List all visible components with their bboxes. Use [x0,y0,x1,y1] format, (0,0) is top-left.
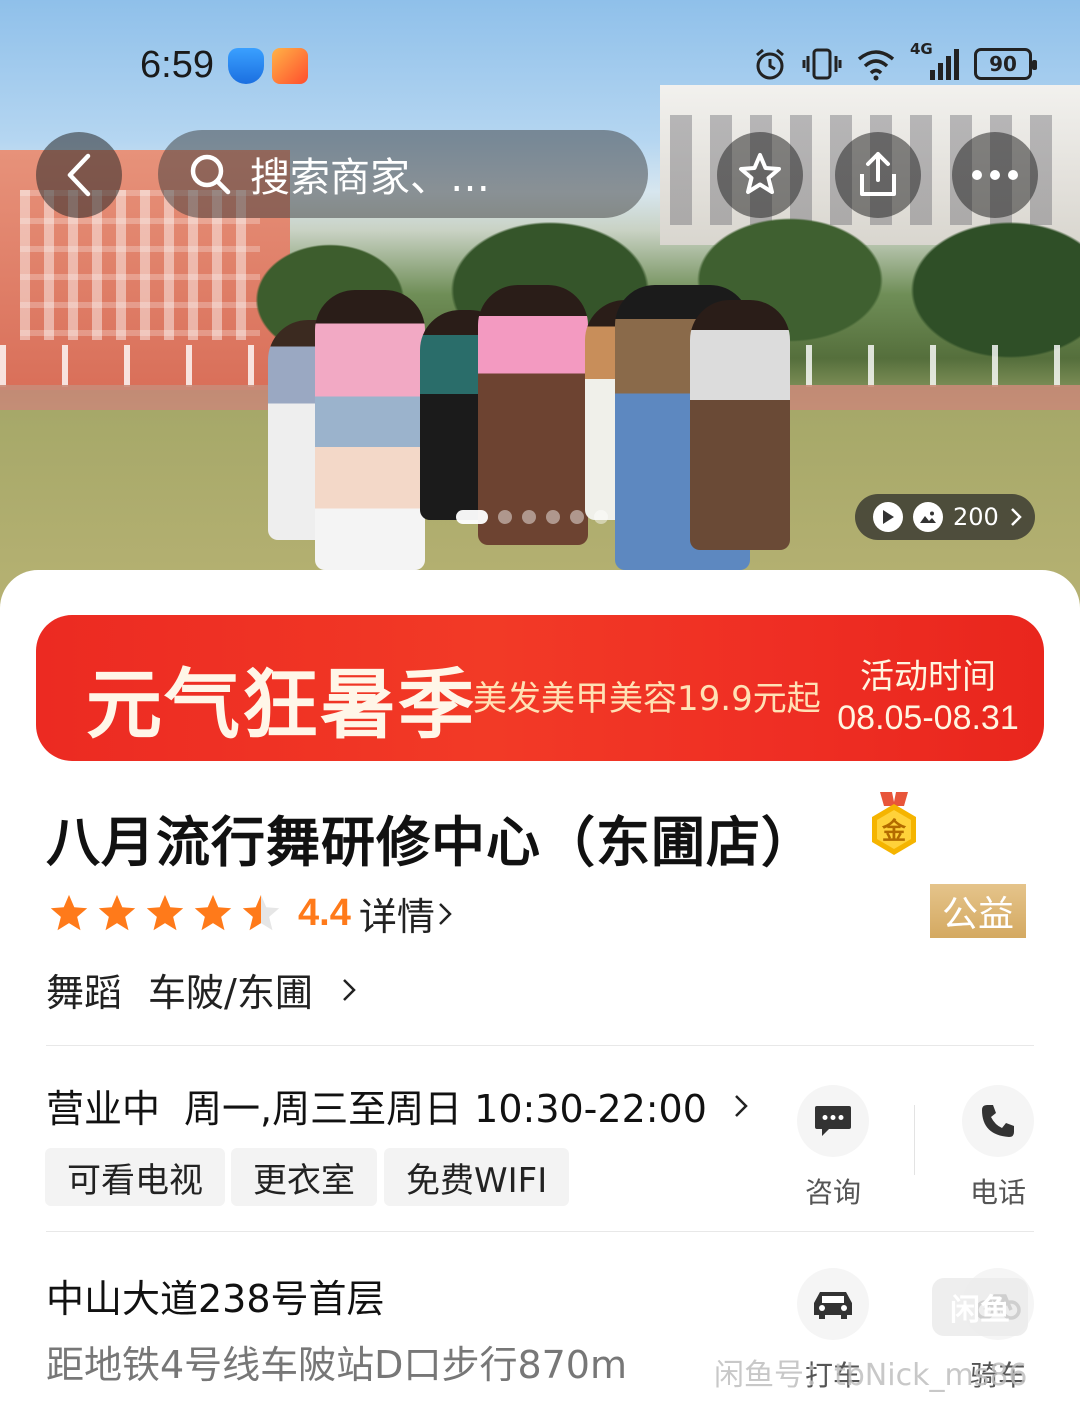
hours-schedule: 周一,周三至周日 10:30-22:00 [184,1087,707,1131]
share-icon [860,152,896,196]
watermark-logo: 闲鱼 [932,1278,1028,1336]
pager-dot [594,510,608,524]
facility-tag: 更衣室 [231,1148,377,1206]
gold-medal-icon[interactable]: 金 [866,792,922,864]
dancer-figure [690,300,790,550]
star-filled-icon [146,894,184,930]
section-divider [46,1045,1034,1046]
open-status: 营业中 [46,1087,161,1131]
wifi-icon [857,50,895,81]
public-welfare-badge[interactable]: 公益 [930,884,1026,938]
star-icon [739,153,781,194]
dancer-figure [315,290,425,570]
promo-time-value: 08.05-08.31 [837,699,1019,737]
status-icons: 4G 90 [752,40,1037,82]
play-icon [873,502,903,532]
promo-time-label: 活动时间 [860,657,996,697]
detail-label: 详情 [358,895,435,939]
shop-info-card: 元气狂暑季 美发美甲美容19.9元起 活动时间 08.05-08.31 八月流行… [0,570,1080,1426]
hero-photo[interactable]: 200 [0,0,1080,640]
consult-label: 咨询 [804,1176,861,1209]
phone-button[interactable]: 电话 [953,1085,1043,1211]
pager-dot [546,510,560,524]
star-filled-icon [98,894,136,930]
pager-dot [498,510,512,524]
favorite-button[interactable] [717,132,803,218]
status-time: 6:59 [140,44,214,86]
consult-button[interactable]: 咨询 [788,1085,878,1211]
photo-icon [913,502,943,532]
rating-row[interactable]: 4.4 详情 [46,886,455,941]
metro-distance: 距地铁4号线车陂站D口步行870m [46,1343,627,1387]
facility-tag: 可看电视 [45,1148,225,1206]
chevron-right-icon [1010,508,1022,526]
star-half-icon [242,894,280,930]
back-button[interactable] [36,132,122,218]
chevron-right-icon [735,1094,748,1117]
chevron-right-icon [342,978,356,1001]
media-count: 200 [953,503,999,531]
search-placeholder: 搜索商家、… [250,155,490,201]
signal-icon: 4G [910,40,960,82]
more-button[interactable] [952,132,1038,218]
car-icon [814,1292,852,1319]
address-line[interactable]: 中山大道238号首层 [46,1268,385,1323]
taobao-app-icon [272,48,308,84]
status-bar: 6:59 4G 90 [0,40,1080,96]
back-icon [67,153,91,197]
rating-score: 4.4 [298,892,351,934]
facility-tag: 免费WIFI [384,1148,570,1206]
dancer-figure [478,285,588,545]
category-row[interactable]: 舞蹈 车陂/东圃 [46,962,359,1017]
search-icon [190,154,231,195]
star-filled-icon [194,894,232,930]
pager-dot [570,510,584,524]
battery-icon: 90 [974,48,1037,80]
promo-title: 元气狂暑季 [86,660,476,749]
promo-banner[interactable]: 元气狂暑季 美发美甲美容19.9元起 活动时间 08.05-08.31 [36,615,1044,761]
gold-badge-text: 金 [881,817,907,845]
watermark-text: 闲鱼号：tbNick_ms86 [714,1358,1028,1393]
star-filled-icon [50,894,88,930]
area-label: 车陂/东圃 [148,971,313,1015]
battery-level: 90 [989,52,1017,76]
category-label: 舞蹈 [46,971,123,1015]
pager-dot [522,510,536,524]
search-input[interactable]: 搜索商家、… [158,130,648,218]
media-count-button[interactable]: 200 [855,494,1035,540]
alarm-icon [756,48,784,80]
phone-label: 电话 [969,1176,1026,1209]
action-separator [914,1105,915,1175]
gallery-pager [456,510,608,524]
share-button[interactable] [835,132,921,218]
section-divider [46,1231,1034,1232]
promo-subtitle: 美发美甲美容19.9元起 [473,679,821,719]
business-hours-row[interactable]: 营业中 周一,周三至周日 10:30-22:00 [46,1078,751,1133]
vibrate-icon [802,48,842,80]
shop-name: 八月流行舞研修中心（东圃店） [46,811,816,874]
more-icon [972,170,1018,180]
shield-app-icon [228,48,264,84]
network-type: 4G [910,40,933,58]
chevron-right-icon [438,902,452,925]
chat-icon [815,1106,851,1136]
phone-icon [982,1105,1014,1137]
pager-dot-active [456,510,488,524]
rating-detail-link[interactable]: 详情 [359,886,455,941]
